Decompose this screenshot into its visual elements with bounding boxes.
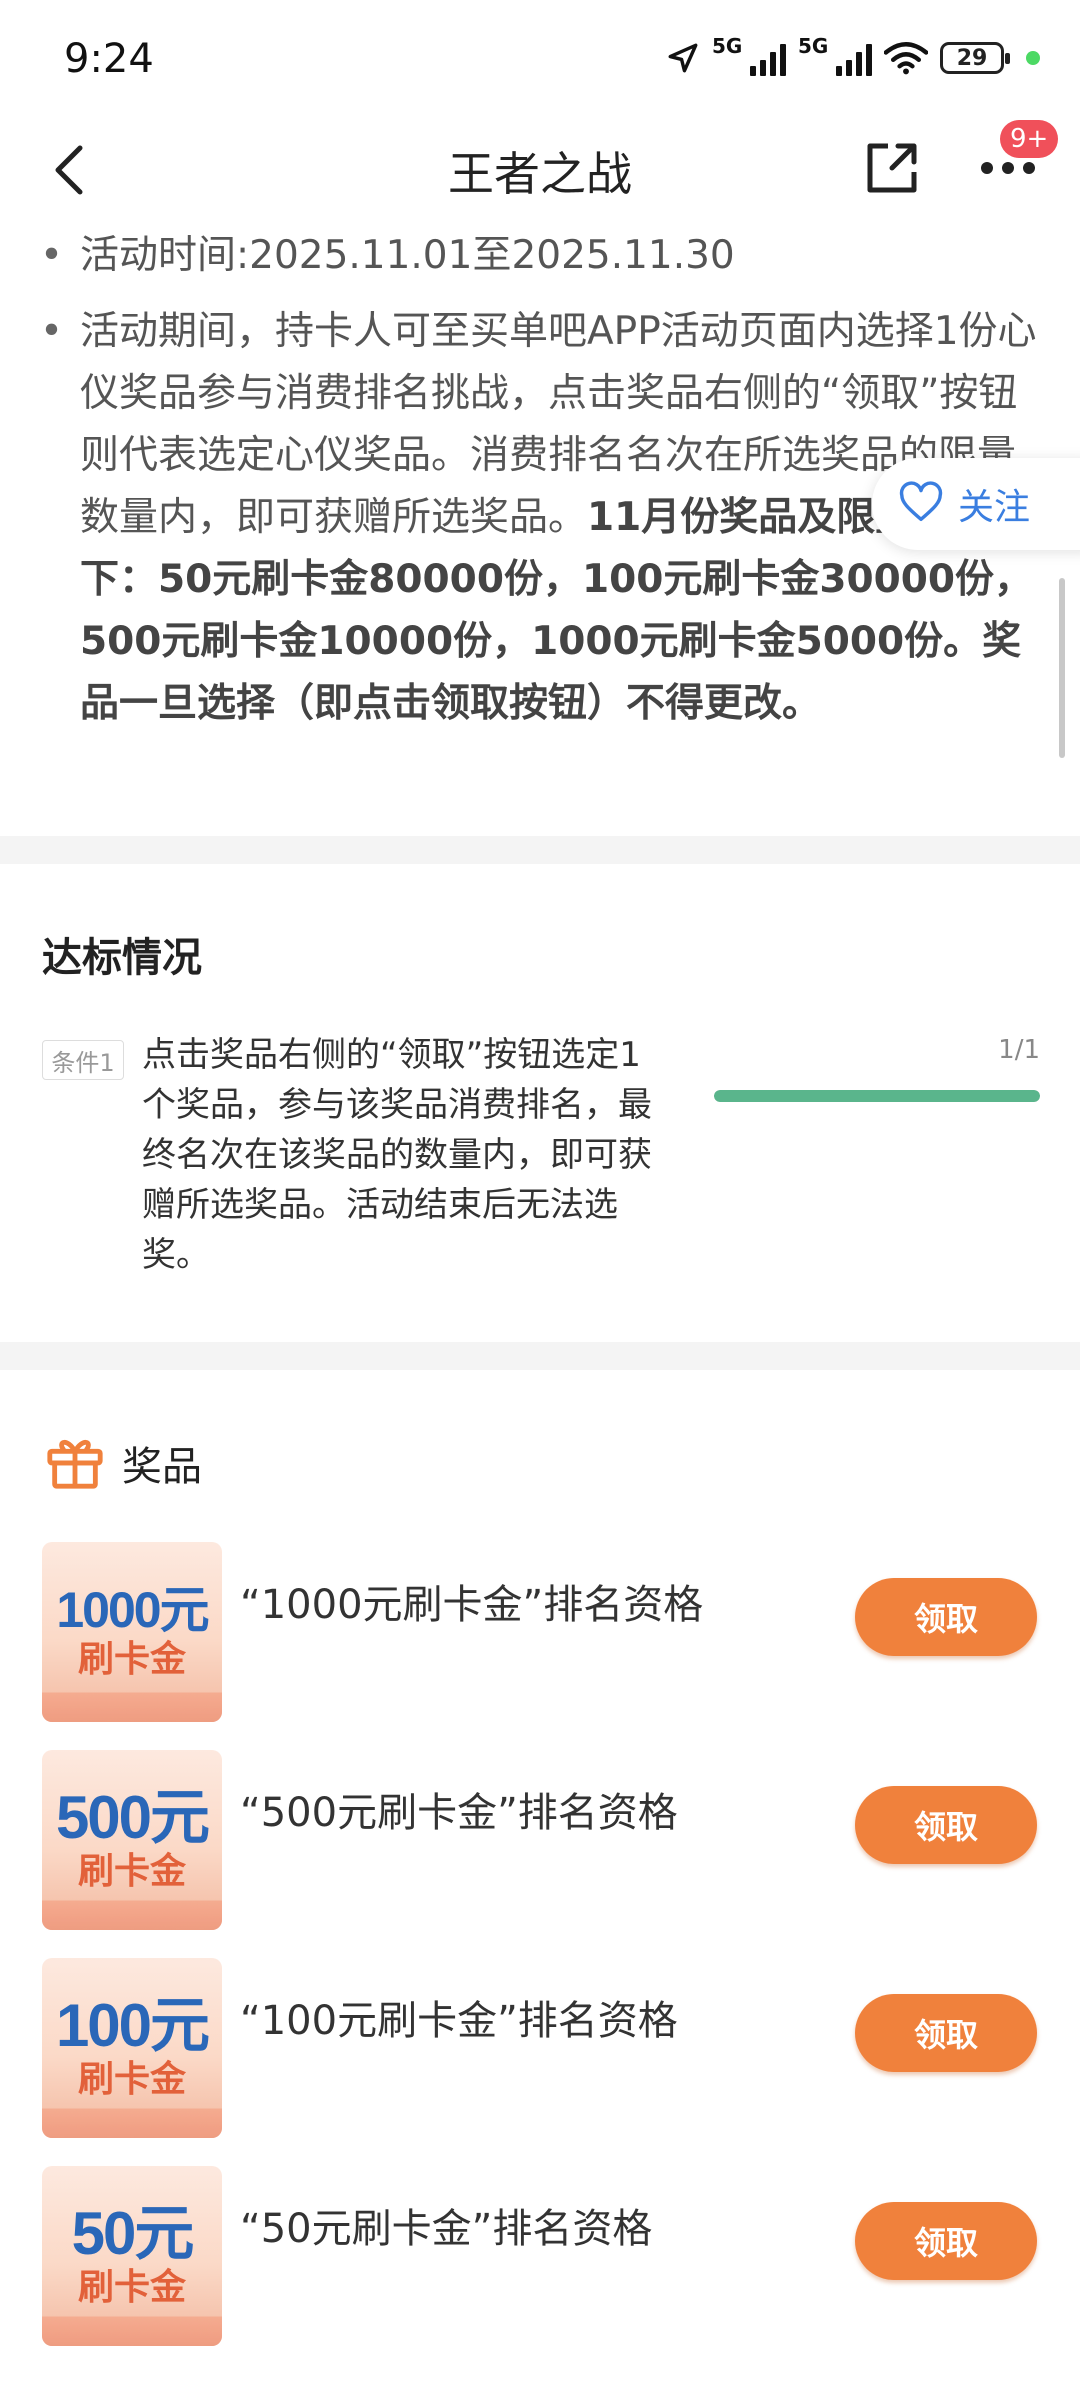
prizes-title: 奖品 (122, 1444, 202, 1490)
gift-icon (47, 1439, 103, 1489)
nav-bar: 王者之战 (0, 120, 1080, 220)
prize-item: 1000元 刷卡金 “1000元刷卡金”排名资格 领取 (0, 1542, 1080, 1724)
prize-amount: 1000元 (56, 1582, 209, 1638)
prize-item: 500元 刷卡金 “500元刷卡金”排名资格 领取 (0, 1750, 1080, 1932)
signal-icon: 5G (712, 34, 786, 76)
prize-subtitle: 刷卡金 (77, 1851, 186, 1892)
condition-tag: 条件1 (42, 1040, 124, 1080)
prize-name: “50元刷卡金”排名资格 (240, 2206, 653, 2252)
section-divider (0, 1342, 1080, 1370)
prize-name: “500元刷卡金”排名资格 (240, 1790, 678, 1836)
status-icons: 5G 5G 29 (666, 34, 1040, 76)
heart-icon (899, 481, 943, 522)
privacy-indicator-dot (1026, 51, 1040, 65)
notification-badge: 9+ (1000, 120, 1059, 158)
claim-button[interactable]: 领取 (855, 2202, 1037, 2280)
claim-button[interactable]: 领取 (855, 1786, 1037, 1864)
qualification-title: 达标情况 (42, 935, 202, 981)
follow-label: 关注 (958, 487, 1031, 528)
progress-fill (714, 1090, 1040, 1102)
prize-amount: 100元 (55, 1992, 210, 2059)
prize-image: 50元 刷卡金 (42, 2166, 222, 2346)
prize-image: 500元 刷卡金 (42, 1750, 222, 1930)
prize-image: 100元 刷卡金 (42, 1958, 222, 2138)
prize-subtitle: 刷卡金 (77, 2059, 186, 2100)
condition-count: 1/1 (998, 1035, 1040, 1065)
network-label: 5G (798, 34, 829, 58)
prize-amount: 50元 (71, 2200, 195, 2267)
prize-item: 100元 刷卡金 “100元刷卡金”排名资格 领取 (0, 1958, 1080, 2140)
prize-item: 50元 刷卡金 “50元刷卡金”排名资格 领取 (0, 2166, 1080, 2348)
progress-bar (714, 1090, 1040, 1102)
prize-name: “100元刷卡金”排名资格 (240, 1998, 678, 2044)
prize-amount: 500元 (55, 1784, 210, 1851)
condition-text: 点击奖品右侧的“领取”按钮选定1个奖品，参与该奖品消费排名，最终名次在该奖品的数… (142, 1035, 652, 1275)
follow-button[interactable]: 关注 (872, 458, 1080, 550)
location-arrow-icon (668, 43, 698, 73)
prize-subtitle: 刷卡金 (77, 1639, 186, 1680)
network-label: 5G (712, 34, 743, 58)
status-time: 9:24 (64, 36, 154, 82)
claim-button[interactable]: 领取 (855, 1578, 1037, 1656)
share-icon[interactable] (860, 136, 924, 200)
signal-icon: 5G (798, 34, 872, 76)
battery-icon: 29 (940, 42, 1010, 74)
prize-image: 1000元 刷卡金 (42, 1542, 222, 1722)
claim-button[interactable]: 领取 (855, 1994, 1037, 2072)
prize-subtitle: 刷卡金 (77, 2267, 186, 2308)
section-divider (0, 836, 1080, 864)
wifi-icon (884, 42, 928, 75)
scrollbar[interactable] (1059, 578, 1065, 758)
activity-time: 活动时间:2025.11.01至2025.11.30 (40, 225, 1040, 287)
status-bar: 9:24 5G 5G 29 (0, 0, 1080, 120)
prize-name: “1000元刷卡金”排名资格 (240, 1582, 704, 1628)
